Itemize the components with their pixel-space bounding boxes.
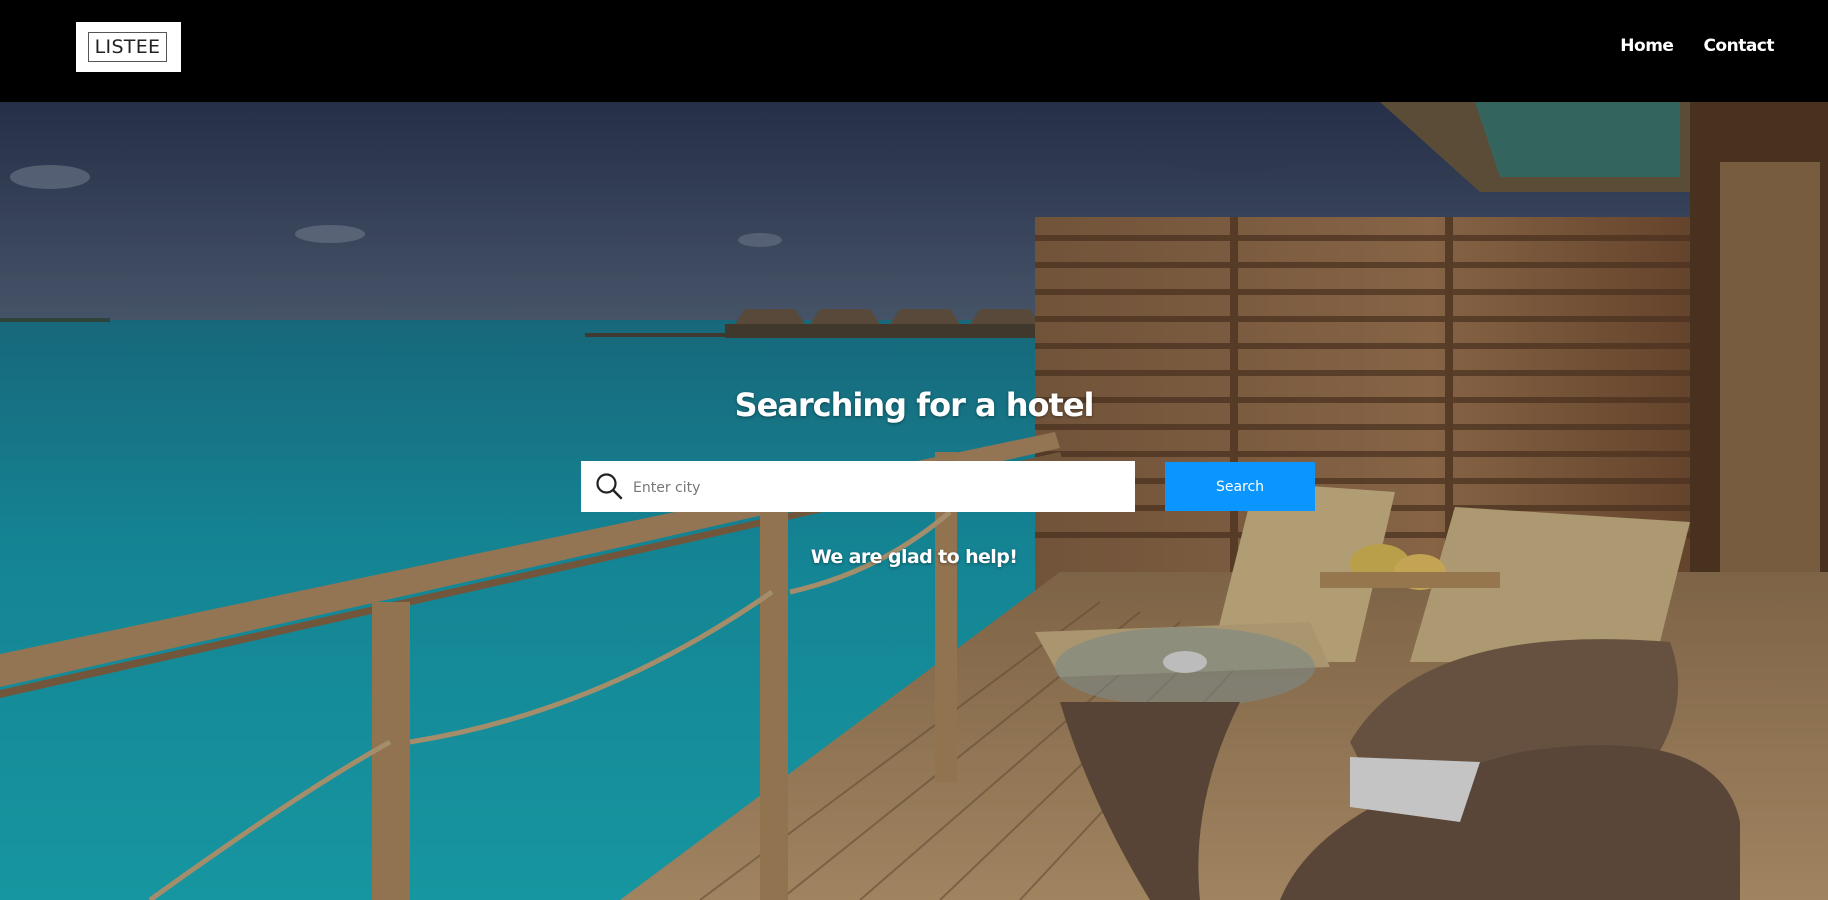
search-box[interactable]: [581, 461, 1135, 514]
city-search-input[interactable]: [631, 461, 1130, 514]
site-header: LISTEE Home Contact: [0, 0, 1828, 102]
logo-text: LISTEE: [88, 32, 167, 62]
nav-home-link[interactable]: Home: [1620, 36, 1674, 56]
search-icon: [596, 473, 623, 500]
hero-tagline: We are glad to help!: [810, 546, 1018, 568]
nav-contact-link[interactable]: Contact: [1703, 36, 1774, 56]
search-button[interactable]: Search: [1165, 462, 1315, 511]
main-nav: Home Contact: [1620, 36, 1774, 56]
logo[interactable]: LISTEE: [76, 22, 181, 72]
hero-title: Searching for a hotel: [734, 386, 1095, 424]
